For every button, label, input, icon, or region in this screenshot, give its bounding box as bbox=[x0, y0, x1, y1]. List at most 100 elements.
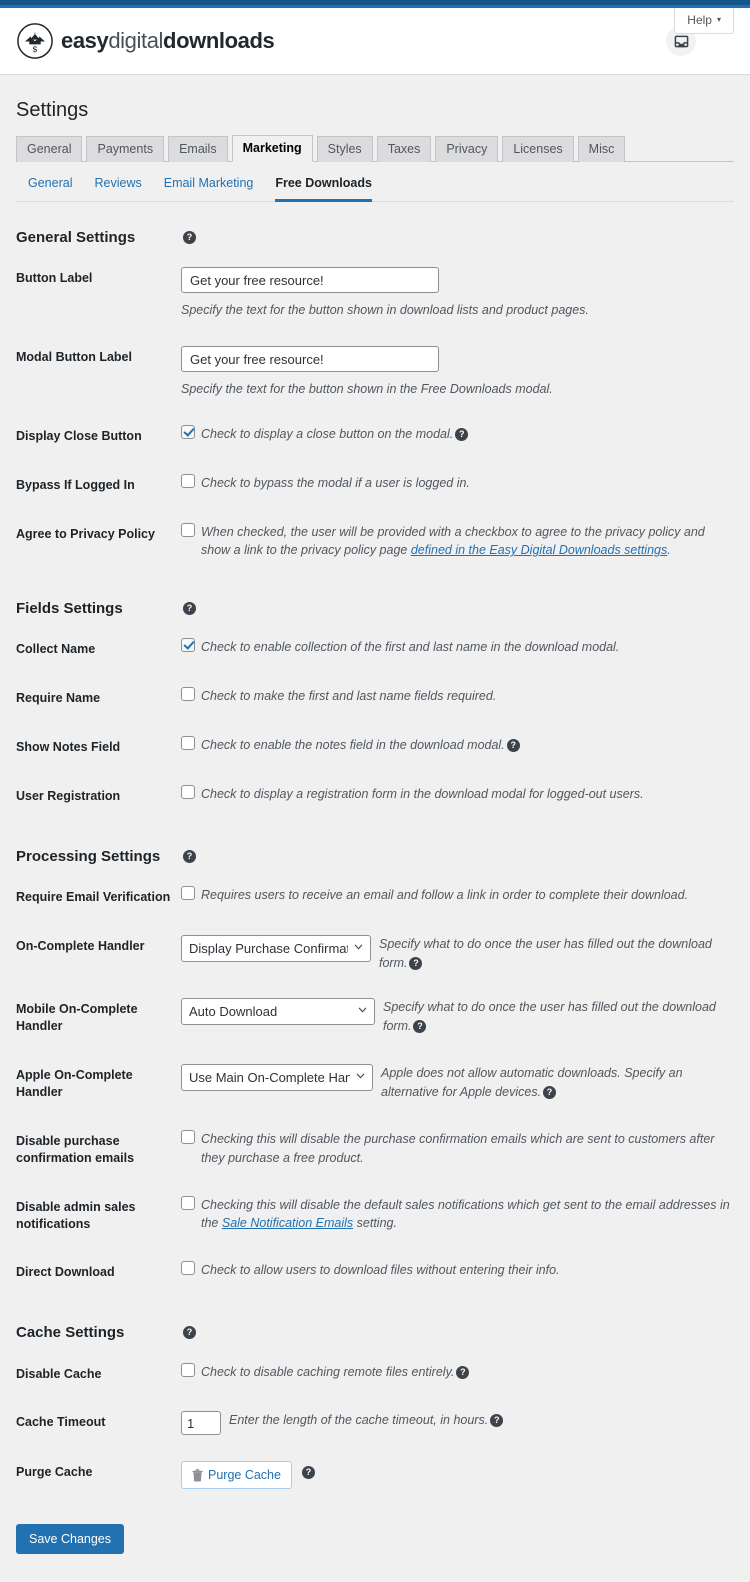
section-processing-heading: Processing Settings bbox=[16, 847, 161, 865]
help-icon[interactable]: ? bbox=[301, 1466, 315, 1480]
privacy-settings-link[interactable]: defined in the Easy Digital Downloads se… bbox=[411, 543, 667, 557]
tab-misc[interactable]: Misc bbox=[577, 136, 626, 162]
row-require-name: Require Name Check to make the first and… bbox=[16, 674, 734, 723]
help-icon[interactable]: ? bbox=[183, 231, 196, 244]
require-name-desc: Check to make the first and last name fi… bbox=[201, 689, 497, 704]
label-mobile-on-complete-handler: Mobile On-Complete Handler bbox=[16, 1002, 138, 1034]
disable-purchase-confirmation-emails-checkbox[interactable] bbox=[181, 1129, 195, 1144]
settings-tabs: General Payments Emails Marketing Styles… bbox=[16, 135, 734, 162]
agree-privacy-policy-checkbox[interactable] bbox=[181, 522, 195, 537]
label-agree-privacy-policy: Agree to Privacy Policy bbox=[16, 526, 155, 541]
subtab-free-downloads[interactable]: Free Downloads bbox=[275, 175, 372, 202]
row-apple-on-complete-handler: Apple On-Complete Handler Use Main On-Co… bbox=[16, 1051, 734, 1117]
row-require-email-verification: Require Email Verification Requires user… bbox=[16, 873, 734, 922]
help-icon[interactable]: ? bbox=[456, 1365, 470, 1379]
brand-digital: digital bbox=[108, 28, 164, 53]
require-email-verification-checkbox[interactable] bbox=[181, 886, 195, 900]
cache-timeout-desc: Enter the length of the cache timeout, i… bbox=[229, 1411, 734, 1430]
label-modal-button-label: Modal Button Label bbox=[16, 350, 132, 364]
help-label: Help bbox=[687, 13, 712, 27]
tab-payments[interactable]: Payments bbox=[86, 136, 165, 162]
section-general-settings: General Settings ? bbox=[16, 202, 734, 254]
field-purge-cache: Purge Cache ? bbox=[181, 1448, 734, 1502]
row-collect-name: Collect Name Check to enable collection … bbox=[16, 625, 734, 674]
tab-emails[interactable]: Emails bbox=[168, 136, 228, 162]
field-cache-timeout: Enter the length of the cache timeout, i… bbox=[181, 1398, 734, 1448]
button-label-desc: Specify the text for the button shown in… bbox=[181, 303, 589, 318]
collect-name-desc: Check to enable collection of the first … bbox=[201, 640, 620, 655]
help-icon[interactable]: ? bbox=[543, 1085, 557, 1099]
section-processing-help: ? bbox=[181, 821, 734, 873]
display-close-button-checkbox[interactable] bbox=[181, 424, 195, 439]
label-require-email-verification: Require Email Verification bbox=[16, 890, 171, 904]
require-name-checkbox[interactable] bbox=[181, 687, 195, 702]
field-modal-button-label: Specify the text for the button shown in… bbox=[181, 333, 734, 412]
field-collect-name: Check to enable collection of the first … bbox=[181, 625, 734, 674]
section-fields-help: ? bbox=[181, 573, 734, 625]
label-disable-admin-sales-notifications: Disable admin sales notifications bbox=[16, 1199, 136, 1231]
page-body: Settings General Payments Emails Marketi… bbox=[0, 75, 750, 1582]
help-icon[interactable]: ? bbox=[455, 427, 469, 441]
content-wrap: Settings General Payments Emails Marketi… bbox=[0, 75, 750, 1582]
bypass-if-logged-in-desc: Check to bypass the modal if a user is l… bbox=[201, 475, 470, 490]
subtab-email-marketing[interactable]: Email Marketing bbox=[164, 175, 254, 202]
field-require-email-verification: Requires users to receive an email and f… bbox=[181, 873, 734, 922]
on-complete-handler-select[interactable]: Display Purchase Confirmation bbox=[181, 934, 371, 962]
disable-cache-checkbox[interactable] bbox=[181, 1362, 195, 1377]
purge-cache-button[interactable]: Purge Cache bbox=[181, 1461, 292, 1490]
help-icon[interactable]: ? bbox=[409, 956, 423, 970]
help-icon[interactable]: ? bbox=[183, 849, 196, 863]
cache-timeout-input[interactable] bbox=[181, 1411, 221, 1436]
field-disable-admin-sales-notifications: Checking this will disable the default s… bbox=[181, 1183, 734, 1249]
apple-on-complete-handler-desc: Apple does not allow automatic downloads… bbox=[381, 1066, 683, 1099]
field-mobile-on-complete-handler: Auto Download Specify what to do once th… bbox=[181, 985, 734, 1051]
save-changes-button[interactable]: Save Changes bbox=[16, 1524, 125, 1555]
help-icon[interactable]: ? bbox=[506, 739, 520, 752]
label-user-registration: User Registration bbox=[16, 788, 121, 803]
apple-on-complete-handler-select[interactable]: Use Main On-Complete Handler bbox=[181, 1064, 373, 1092]
field-apple-on-complete-handler: Use Main On-Complete Handler Apple does … bbox=[181, 1051, 734, 1117]
brand: $ easydigitaldownloads bbox=[16, 22, 275, 60]
label-cache-timeout: Cache Timeout bbox=[16, 1415, 106, 1430]
help-icon[interactable]: ? bbox=[413, 1020, 427, 1034]
tab-marketing[interactable]: Marketing bbox=[231, 135, 313, 162]
label-disable-purchase-confirmation-emails: Disable purchase confirmation emails bbox=[16, 1133, 135, 1165]
bypass-if-logged-in-checkbox[interactable] bbox=[181, 473, 195, 488]
help-icon[interactable]: ? bbox=[183, 602, 196, 615]
subtab-general[interactable]: General bbox=[28, 175, 72, 202]
label-show-notes-field: Show Notes Field bbox=[16, 740, 121, 754]
tab-general[interactable]: General bbox=[16, 136, 83, 162]
disable-admin-sales-notifications-checkbox[interactable] bbox=[181, 1195, 195, 1210]
field-agree-privacy-policy: When checked, the user will be provided … bbox=[181, 510, 734, 574]
on-complete-handler-selectwrap: Display Purchase Confirmation bbox=[181, 934, 371, 962]
mobile-on-complete-handler-select[interactable]: Auto Download bbox=[181, 998, 375, 1026]
modal-button-label-input[interactable] bbox=[181, 346, 439, 372]
row-purge-cache: Purge Cache Purge Cache ? bbox=[16, 1448, 734, 1502]
collect-name-checkbox[interactable] bbox=[181, 638, 195, 653]
tab-styles[interactable]: Styles bbox=[316, 136, 373, 162]
tab-licenses[interactable]: Licenses bbox=[502, 136, 574, 162]
brand-downloads: downloads bbox=[163, 28, 275, 53]
label-on-complete-handler: On-Complete Handler bbox=[16, 938, 145, 953]
apple-on-complete-handler-selectwrap: Use Main On-Complete Handler bbox=[181, 1064, 373, 1092]
tab-privacy[interactable]: Privacy bbox=[435, 136, 499, 162]
row-cache-timeout: Cache Timeout Enter the length of the ca… bbox=[16, 1398, 734, 1448]
row-agree-privacy-policy: Agree to Privacy Policy When checked, th… bbox=[16, 510, 734, 574]
subtab-reviews[interactable]: Reviews bbox=[94, 175, 141, 202]
help-icon[interactable]: ? bbox=[183, 1326, 196, 1340]
field-disable-cache: Check to disable caching remote files en… bbox=[181, 1350, 734, 1399]
label-purge-cache: Purge Cache bbox=[16, 1465, 93, 1480]
tab-taxes[interactable]: Taxes bbox=[376, 136, 432, 162]
button-label-input[interactable] bbox=[181, 267, 439, 294]
show-notes-field-checkbox[interactable] bbox=[181, 736, 195, 750]
brand-wordmark: easydigitaldownloads bbox=[61, 28, 275, 53]
sale-notification-emails-link[interactable]: Sale Notification Emails bbox=[222, 1216, 353, 1230]
user-registration-checkbox[interactable] bbox=[181, 784, 195, 799]
direct-download-checkbox[interactable] bbox=[181, 1261, 195, 1276]
row-show-notes-field: Show Notes Field Check to enable the not… bbox=[16, 723, 734, 772]
help-button[interactable]: Help ▾ bbox=[674, 8, 734, 34]
masthead: $ easydigitaldownloads Help ▾ bbox=[0, 8, 750, 75]
help-icon[interactable]: ? bbox=[490, 1414, 504, 1428]
chevron-down-icon: ▾ bbox=[716, 15, 721, 24]
label-button-label: Button Label bbox=[16, 271, 93, 286]
